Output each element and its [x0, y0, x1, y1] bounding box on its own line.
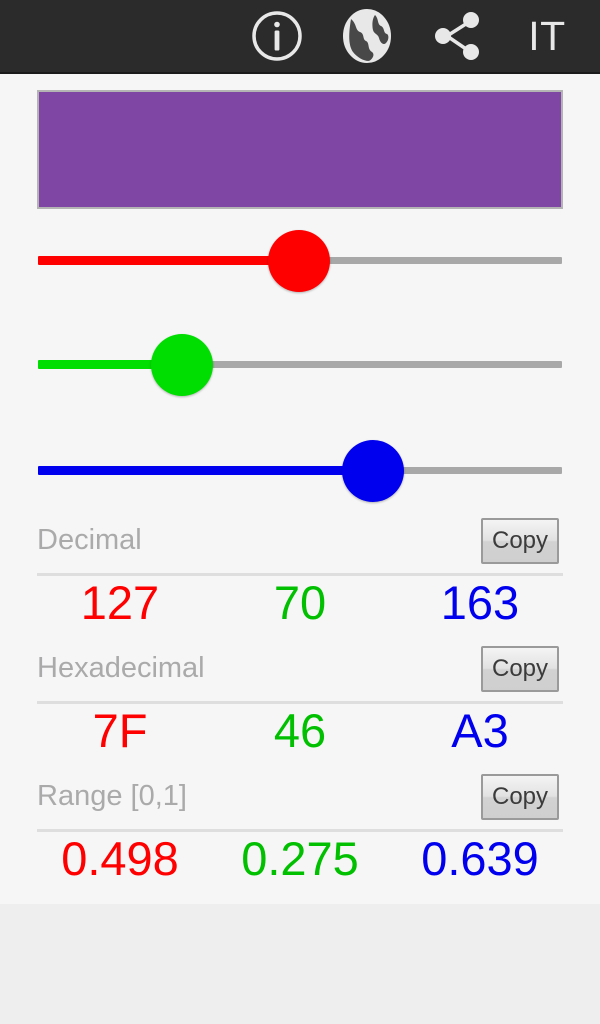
- copy-hexadecimal-button[interactable]: Copy: [481, 646, 559, 692]
- copy-range-button[interactable]: Copy: [481, 774, 559, 820]
- decimal-green-value: 70: [273, 576, 327, 629]
- row-decimal: Decimal Copy 127 70 163: [0, 518, 600, 648]
- share-icon: [428, 7, 486, 65]
- app-bar: IT: [0, 0, 600, 74]
- info-button[interactable]: [232, 0, 322, 72]
- slider-green[interactable]: [38, 328, 562, 402]
- row-decimal-header: Decimal Copy: [37, 518, 563, 577]
- row-range: Range [0,1] Copy 0.498 0.275 0.639: [0, 774, 600, 904]
- copy-decimal-button[interactable]: Copy: [481, 518, 559, 564]
- slider-red-fill: [38, 256, 299, 265]
- row-hexadecimal-label: Hexadecimal: [37, 652, 205, 684]
- slider-green-thumb[interactable]: [151, 334, 214, 396]
- decimal-red-value: 127: [80, 576, 160, 629]
- language-code-button[interactable]: IT: [502, 0, 592, 72]
- content-area: Decimal Copy 127 70 163 Hexadecimal Copy…: [0, 74, 600, 1024]
- globe-icon: [339, 7, 395, 65]
- row-decimal-label: Decimal: [37, 524, 142, 556]
- slider-red-thumb[interactable]: [267, 230, 330, 292]
- hexadecimal-red-value: 7F: [92, 704, 148, 757]
- slider-red[interactable]: [38, 224, 562, 298]
- range-blue-value: 0.639: [421, 832, 539, 885]
- language-button[interactable]: [322, 0, 412, 72]
- slider-blue-fill: [38, 466, 373, 475]
- row-range-header: Range [0,1] Copy: [37, 774, 563, 833]
- row-hexadecimal: Hexadecimal Copy 7F 46 A3: [0, 646, 600, 776]
- range-red-value: 0.498: [61, 832, 179, 885]
- row-decimal-values: 127 70 163: [30, 576, 570, 629]
- language-code-label: IT: [528, 12, 566, 59]
- app-root: IT Decimal Copy 127 70 163 Hexadecimal C…: [0, 0, 600, 1024]
- slider-blue-thumb[interactable]: [341, 440, 404, 502]
- hexadecimal-blue-value: A3: [451, 704, 509, 757]
- color-preview-swatch: [37, 90, 563, 209]
- row-hexadecimal-values: 7F 46 A3: [30, 704, 570, 757]
- range-green-value: 0.275: [241, 832, 359, 885]
- info-icon: [250, 9, 304, 63]
- hexadecimal-green-value: 46: [273, 704, 327, 757]
- decimal-blue-value: 163: [440, 576, 520, 629]
- row-range-label: Range [0,1]: [37, 780, 187, 812]
- app-bar-actions: IT: [232, 0, 592, 72]
- bottom-filler: [0, 904, 600, 1024]
- slider-blue[interactable]: [38, 434, 562, 508]
- row-hexadecimal-header: Hexadecimal Copy: [37, 646, 563, 705]
- share-button[interactable]: [412, 0, 502, 72]
- row-range-values: 0.498 0.275 0.639: [30, 832, 570, 885]
